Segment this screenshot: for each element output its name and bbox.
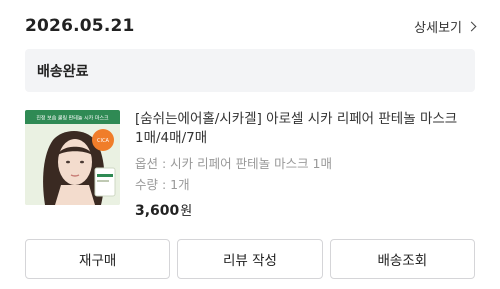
order-actions: 재구매 리뷰 작성 배송조회 (25, 239, 475, 279)
product-info: [숨쉬는에어홀/시카겔] 아로셀 시카 리페어 판테놀 마스크 1매/4매/7매… (135, 110, 475, 219)
price-amount: 3,600 (135, 203, 180, 219)
order-detail-label: 상세보기 (414, 20, 462, 36)
write-review-button[interactable]: 리뷰 작성 (177, 239, 323, 279)
thumb-banner-text: 진정 보습 쿨링 판테놀 시카 마스크 (36, 115, 109, 122)
delivery-status: 배송완료 (37, 63, 89, 80)
reorder-button[interactable]: 재구매 (25, 239, 171, 279)
price-currency: 원 (180, 204, 193, 219)
svg-text:CICA: CICA (97, 138, 109, 144)
order-date: 2026.05.21 (25, 16, 135, 36)
product-quantity: 수량 : 1개 (135, 177, 190, 192)
order-card: 2026.05.21 상세보기 배송완료 진정 보습 쿨링 판테놀 시카 마스크 (0, 0, 500, 289)
order-detail-link[interactable]: 상세보기 (414, 17, 477, 36)
product-name[interactable]: [숨쉬는에어홀/시카겔] 아로셀 시카 리페어 판테놀 마스크 1매/4매/7매 (135, 110, 465, 148)
chevron-right-icon (466, 21, 477, 31)
order-header: 2026.05.21 상세보기 (25, 14, 477, 38)
mask-product-image-icon: 진정 보습 쿨링 판테놀 시카 마스크 CICA (25, 110, 120, 205)
delivery-status-bar: 배송완료 (25, 49, 475, 92)
product-item: 진정 보습 쿨링 판테놀 시카 마스크 CICA [숨쉬는에어홀/시카겔] 아로… (25, 110, 475, 220)
product-option: 옵션 : 시카 리페어 판테놀 마스크 1매 (135, 156, 333, 171)
product-thumbnail[interactable]: 진정 보습 쿨링 판테놀 시카 마스크 CICA (25, 110, 120, 205)
track-delivery-button[interactable]: 배송조회 (329, 239, 475, 279)
product-price: 3,600원 (135, 200, 475, 219)
